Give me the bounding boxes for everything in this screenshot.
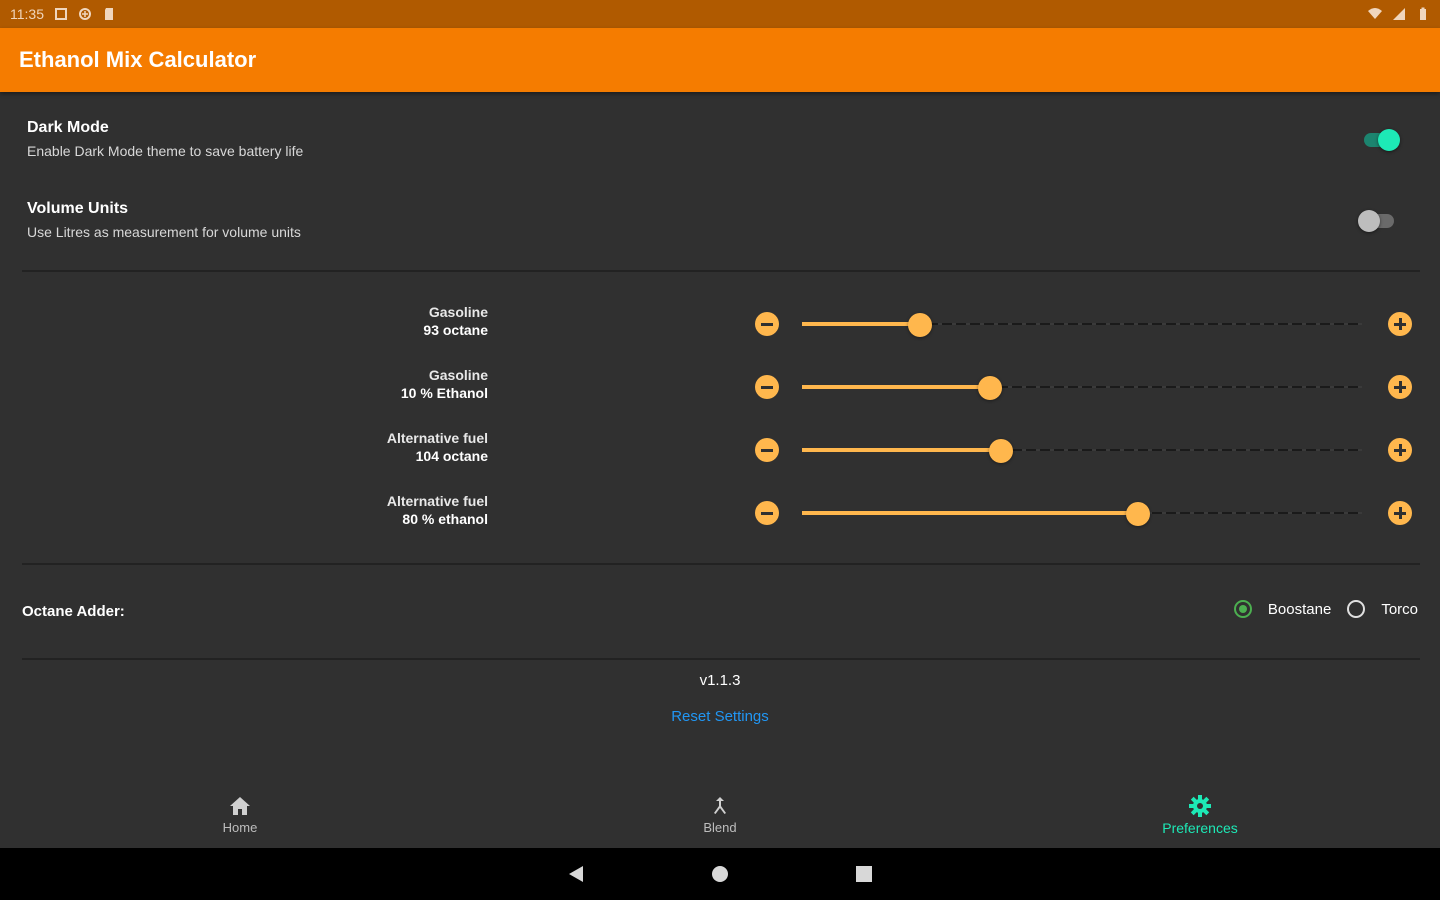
wifi-icon xyxy=(1368,8,1382,19)
status-time: 11:35 xyxy=(10,6,44,22)
status-left: 11:35 xyxy=(10,6,116,22)
pref-volume-units[interactable]: Volume Units Use Litres as measurement f… xyxy=(27,200,1440,240)
octane-adder-label: Octane Adder: xyxy=(22,603,125,620)
increase-button[interactable] xyxy=(1388,375,1412,399)
slider-track-active xyxy=(802,385,990,389)
fuel-slider-row: Gasoline 93 octane xyxy=(0,299,1440,349)
fuel-slider-row: Alternative fuel 104 octane xyxy=(0,425,1440,475)
decrease-button[interactable] xyxy=(755,375,779,399)
pref-dark-mode-title: Dark Mode xyxy=(27,119,109,136)
fuel-label-line1: Gasoline xyxy=(428,367,488,383)
nav-blend[interactable]: Blend xyxy=(640,784,800,848)
fuel-label: Alternative fuel 104 octane xyxy=(387,429,488,465)
plus-icon-vertical xyxy=(1398,444,1402,456)
decrease-button[interactable] xyxy=(755,438,779,462)
fuel-label-line1: Gasoline xyxy=(428,304,488,320)
status-right xyxy=(1368,7,1430,21)
square-notification-icon xyxy=(55,8,67,20)
plus-icon-vertical xyxy=(1398,507,1402,519)
radio-button[interactable] xyxy=(1347,600,1366,618)
decrease-button[interactable] xyxy=(755,501,779,525)
fuel-label: Gasoline 10 % Ethanol xyxy=(401,366,488,402)
nav-preferences-label: Preferences xyxy=(1162,820,1238,836)
fuel-slider[interactable] xyxy=(802,313,1362,337)
minus-icon xyxy=(761,385,773,389)
fuel-slider-row: Alternative fuel 80 % ethanol xyxy=(0,488,1440,538)
nav-home-label: Home xyxy=(222,820,258,835)
switch-thumb xyxy=(1378,129,1400,151)
fuel-slider[interactable] xyxy=(802,502,1362,526)
increase-button[interactable] xyxy=(1388,501,1412,525)
minus-icon xyxy=(761,322,773,326)
minus-icon xyxy=(761,448,773,452)
app-title: Ethanol Mix Calculator xyxy=(19,47,257,72)
fuel-label-line1: Alternative fuel xyxy=(386,430,488,446)
pref-dark-mode-summary: Enable Dark Mode theme to save battery l… xyxy=(27,143,304,159)
pref-volume-units-summary: Use Litres as measurement for volume uni… xyxy=(27,224,301,240)
increase-button[interactable] xyxy=(1388,438,1412,462)
octane-adder-radio-group: Boostane Torco xyxy=(1233,600,1418,618)
status-bar: 11:35 xyxy=(0,0,1440,28)
version-text: v1.1.3 xyxy=(699,672,741,689)
plus-icon-vertical xyxy=(1398,381,1402,393)
switch-thumb xyxy=(1358,210,1380,232)
radio-torco-label: Torco xyxy=(1381,600,1418,618)
divider xyxy=(22,563,1420,565)
fuel-label-line1: Alternative fuel xyxy=(386,493,488,509)
dark-mode-switch[interactable] xyxy=(1360,125,1402,155)
fuel-label-line2: 80 % ethanol xyxy=(402,511,488,527)
slider-track-active xyxy=(802,448,1001,452)
battery-icon xyxy=(1420,7,1426,20)
radio-button[interactable] xyxy=(1233,600,1252,618)
decrease-button[interactable] xyxy=(755,312,779,336)
home-icon xyxy=(230,797,250,815)
fuel-label-line2: 93 octane xyxy=(423,322,488,338)
nav-preferences[interactable]: Preferences xyxy=(1120,784,1280,848)
volume-units-switch[interactable] xyxy=(1356,206,1398,236)
slider-thumb[interactable] xyxy=(977,376,1002,400)
bottom-navigation: Home Blend Preferences xyxy=(0,784,1440,848)
radio-dot xyxy=(1238,605,1247,613)
fuel-label-line2: 104 octane xyxy=(415,448,488,464)
slider-thumb[interactable] xyxy=(1126,502,1150,526)
radio-boostane[interactable]: Boostane xyxy=(1233,600,1347,618)
sd-card-icon xyxy=(105,8,113,20)
slider-thumb[interactable] xyxy=(907,313,932,337)
fuel-slider[interactable] xyxy=(802,376,1362,400)
data-saver-icon xyxy=(79,8,91,20)
slider-track-active xyxy=(802,322,920,326)
fuel-slider-row: Gasoline 10 % Ethanol xyxy=(0,362,1440,412)
slider-track-active xyxy=(802,511,1138,515)
app-bar: Ethanol Mix Calculator xyxy=(0,28,1440,92)
pref-dark-mode[interactable]: Dark Mode Enable Dark Mode theme to save… xyxy=(27,119,1440,159)
signal-icon xyxy=(1393,8,1405,20)
nav-blend-label: Blend xyxy=(703,820,737,835)
fuel-slider[interactable] xyxy=(802,439,1362,463)
nav-home[interactable]: Home xyxy=(160,784,320,848)
minus-icon xyxy=(761,511,773,515)
divider xyxy=(22,270,1420,272)
plus-icon-vertical xyxy=(1398,318,1402,330)
back-icon[interactable] xyxy=(566,864,586,884)
slider-thumb[interactable] xyxy=(988,439,1013,463)
increase-button[interactable] xyxy=(1388,312,1412,336)
fuel-label-line2: 10 % Ethanol xyxy=(400,385,488,401)
pref-volume-units-title: Volume Units xyxy=(27,200,129,217)
recents-icon[interactable] xyxy=(854,864,874,884)
reset-settings-link[interactable]: Reset Settings xyxy=(0,708,1440,725)
fuel-label: Alternative fuel 80 % ethanol xyxy=(387,492,488,528)
radio-torco[interactable]: Torco xyxy=(1347,600,1418,618)
merge-icon xyxy=(714,797,726,814)
divider xyxy=(22,658,1420,660)
fuel-label: Gasoline 93 octane xyxy=(423,303,488,339)
gear-icon xyxy=(1189,795,1211,817)
system-navigation-bar xyxy=(0,848,1440,900)
home-circle-icon[interactable] xyxy=(710,864,730,884)
radio-boostane-label: Boostane xyxy=(1267,600,1332,618)
